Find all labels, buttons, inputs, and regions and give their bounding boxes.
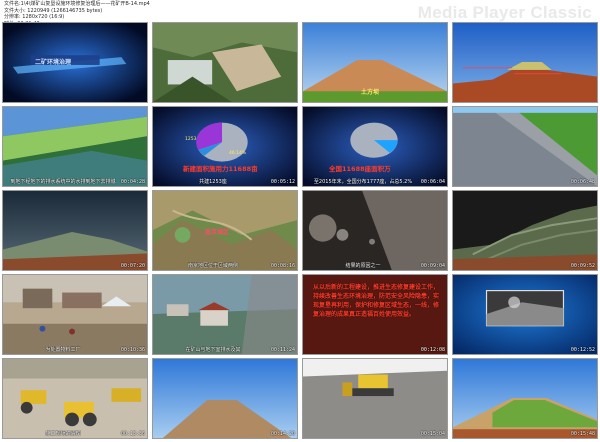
thumbnail-title: 土方坝 [361,89,380,96]
thumbnail-caption: 至2015年末，全国分布1777座，占总5.2% [313,179,413,185]
thumbnail-timestamp: 00:11:24 [270,347,295,353]
thumbnail[interactable]: 为处置物料工厂 00:10:36 [2,274,148,355]
thumbnail-image [453,107,597,186]
thumbnail-image [3,191,147,270]
thumbnail-timestamp: 00:12:08 [420,347,445,353]
thumbnail-title: 二矿环境治理 [35,59,72,66]
thumbnail[interactable]: 二矿环境治理 [2,22,148,103]
file-info-line: 分辨率: 1280x720 (16:9) [4,14,65,21]
thumbnail-image [453,23,597,102]
thumbnail-image [153,359,297,438]
thumbnail-timestamp: 00:08:16 [270,263,295,269]
thumbnail-image [303,359,447,438]
thumbnail-timestamp: 00:15:48 [570,431,595,437]
thumbnail[interactable]: 土方坝 [302,22,448,103]
thumbnail-caption: 结果的原因之一 [345,263,381,269]
thumbnail-caption: 到地下经地下的排水系统中的水排到地下去排城 [10,179,116,185]
thumbnail[interactable]: 00:12:52 [452,274,598,355]
thumbnail[interactable]: 南京城区 南京地区位于区域两侧 00:08:16 [152,190,298,271]
thumbnail[interactable] [452,22,598,103]
thumbnail-image [3,23,147,102]
pie-label: 46.14% [229,151,247,156]
thumbnail[interactable]: 结果的原因之一 00:09:04 [302,190,448,271]
thumbnail-image [453,275,597,354]
thumbnail-timestamp: 00:07:20 [120,263,145,269]
thumbnail-image [3,359,147,438]
thumbnail[interactable]: 00:06:48 [452,106,598,187]
thumbnail[interactable]: 施工现场的清理 00:13:36 [2,358,148,439]
thumbnail-caption: 在矿山与地下室排水及其 [185,347,241,353]
thumbnail-timestamp: 00:05:12 [270,179,295,185]
thumbnail-grid: 二矿环境治理 土方坝 到地下经地下的排水系统中的水排到地下去排城 00:04:2… [2,22,598,439]
thumbnail[interactable]: 00:15:48 [452,358,598,439]
thumbnail-timestamp: 00:09:04 [420,263,445,269]
thumbnail-timestamp: 00:15:04 [420,431,445,437]
thumbnail[interactable]: 00:07:20 [2,190,148,271]
thumbnail-title: 新建面积施用力11688亩 [183,165,258,173]
thumbnail[interactable]: 00:15:04 [302,358,448,439]
thumbnail-timestamp: 00:06:04 [420,179,445,185]
thumbnail-caption: 为处置物料工厂 [45,347,81,353]
thumbnail[interactable]: 到地下经地下的排水系统中的水排到地下去排城 00:04:28 [2,106,148,187]
thumbnail-image [153,107,297,186]
pie-label: 1253 [185,137,197,142]
thumbnail-caption: 施工现场的清理 [45,431,81,437]
thumbnail[interactable]: 全国11688座面积万 至2015年末，全国分布1777座，占总5.2% 00:… [302,106,448,187]
thumbnail[interactable]: 从以后新的工程建设，推进生态修复建设工作，持续改善生态环境治理，防范安全风险隐患… [302,274,448,355]
thumbnail-image [3,107,147,186]
thumbnail-caption: 南京地区位于区域两侧 [187,263,238,269]
thumbnail-image [303,191,447,270]
thumbnail-timestamp: 00:09:52 [570,263,595,269]
thumbnail-image [453,359,597,438]
thumbnail-title: 全国11688座面积万 [329,165,391,173]
thumbnail-title: 南京城区 [205,229,230,236]
thumbnail-image [153,23,297,102]
thumbnail[interactable] [152,22,298,103]
thumbnail-image [153,275,297,354]
brand-logo: Media Player Classic [417,3,592,22]
thumbnail[interactable]: 00:09:52 [452,190,598,271]
thumbnail[interactable]: 在矿山与地下室排水及其 00:11:24 [152,274,298,355]
thumbnail-image [453,191,597,270]
thumbnail-image [303,107,447,186]
thumbnail-timestamp: 00:06:48 [570,179,595,185]
thumbnail-timestamp: 00:12:52 [570,347,595,353]
thumbnail[interactable]: 1253 46.14% 新建面积施用力11688亩 共建1253座 00:05:… [152,106,298,187]
thumbnail-caption: 共建1253座 [199,179,227,185]
thumbnail-text-block: 从以后新的工程建设，推进生态修复建设工作，持续改善生态环境治理，防范安全风险隐患… [313,284,440,318]
thumbnail-timestamp: 00:10:36 [120,347,145,353]
file-info-line: 文件名:1\4\煤矿山复垦设施环境修复治理后——花矿开B-14.mp4 [4,1,150,7]
thumbnail-timestamp: 00:13:36 [120,431,145,437]
thumbnail-timestamp: 00:04:28 [120,179,145,185]
thumbnail[interactable]: 00:14:20 [152,358,298,439]
thumbnail-image [3,275,147,354]
thumbnail-timestamp: 00:14:20 [270,431,295,437]
